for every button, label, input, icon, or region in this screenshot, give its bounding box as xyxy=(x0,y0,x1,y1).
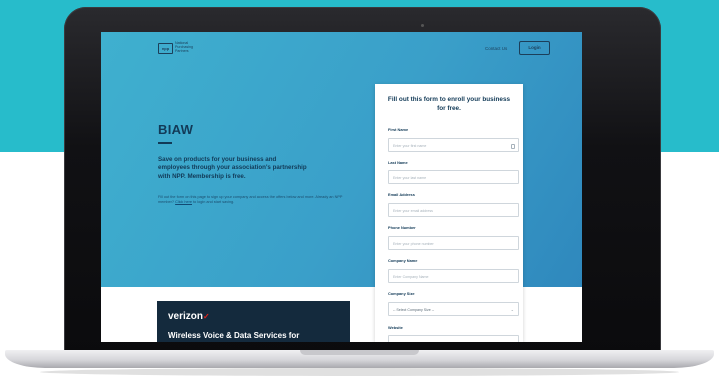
phone-input[interactable]: Enter your phone number xyxy=(388,236,519,250)
enroll-form: Fill out this form to enroll your busine… xyxy=(375,84,523,342)
phone-label: Phone Number xyxy=(388,225,416,230)
offer-headline: Wireless Voice & Data Services for xyxy=(168,331,300,340)
form-title: Fill out this form to enroll your busine… xyxy=(387,96,511,112)
company-size-label: Company Size xyxy=(388,291,415,296)
email-label: Email Address xyxy=(388,192,415,197)
click-here-link[interactable]: Click here xyxy=(175,200,192,204)
verizon-offer-card[interactable]: verizon✓ Wireless Voice & Data Services … xyxy=(157,301,350,342)
last-name-label: Last Name xyxy=(388,160,408,165)
company-name-input[interactable]: Enter Company Name xyxy=(388,269,519,283)
company-size-select[interactable]: -- Select Company Size -- ⌄ xyxy=(388,302,519,316)
website-label: Website xyxy=(388,325,403,330)
last-name-input[interactable]: Enter your last name xyxy=(388,170,519,184)
laptop-shadow xyxy=(40,368,679,376)
first-name-label: First Name xyxy=(388,127,409,132)
first-name-input[interactable]: Enter your first name xyxy=(388,138,519,152)
npp-logo-text[interactable]: National Purchasing Partners xyxy=(175,41,215,53)
verizon-logo: verizon✓ xyxy=(168,311,210,322)
hero-lead-text: Save on products for your business and e… xyxy=(158,156,307,180)
verizon-check-icon: ✓ xyxy=(203,312,210,321)
hero-small-text: Fill out the form on this page to sign u… xyxy=(158,195,348,205)
webcam-icon xyxy=(421,24,424,27)
page-title: BIAW xyxy=(158,122,194,137)
chevron-down-icon: ⌄ xyxy=(510,307,514,312)
login-button[interactable]: Login xyxy=(519,41,550,55)
npp-logo-icon[interactable]: npp xyxy=(158,43,173,54)
email-input[interactable]: Enter your email address xyxy=(388,203,519,217)
website-input[interactable] xyxy=(388,335,519,342)
company-name-label: Company Name xyxy=(388,258,418,263)
verizon-wordmark: verizon xyxy=(168,311,204,322)
company-size-value: -- Select Company Size -- xyxy=(393,308,435,312)
logo-line-3: Partners xyxy=(175,48,189,53)
contact-us-link[interactable]: Contact Us xyxy=(485,46,507,51)
autofill-card-icon[interactable] xyxy=(511,144,515,149)
laptop-screen: npp National Purchasing Partners Contact… xyxy=(101,32,582,342)
laptop-base-notch xyxy=(300,350,419,355)
small-text-after: to login and start saving. xyxy=(193,200,235,205)
title-divider xyxy=(158,142,172,144)
